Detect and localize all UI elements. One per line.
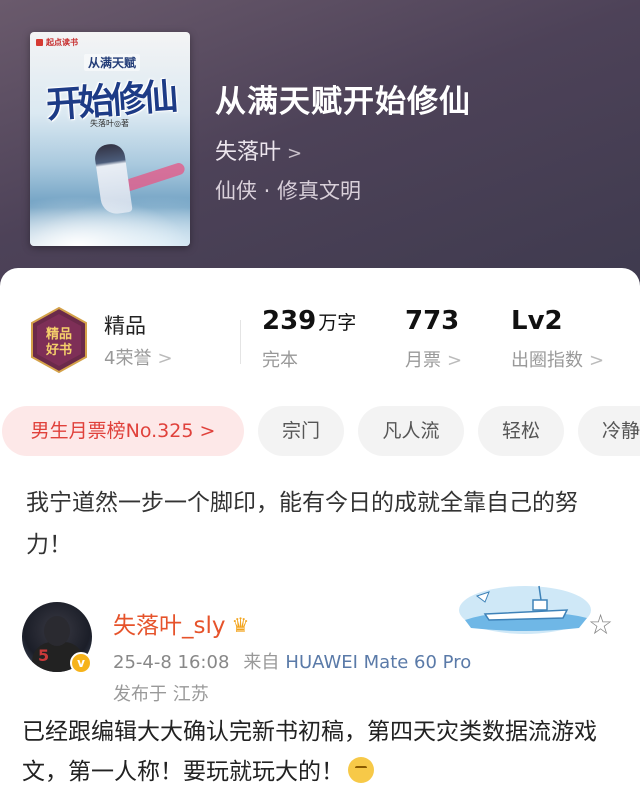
monthly-tickets-link[interactable]: 月票 >: [405, 346, 462, 372]
post-body: 已经跟编辑大大确认完新书初稿，第四天灾类数据流游戏文，第一人称！要玩就玩大的！: [22, 712, 622, 792]
tag-row: 男生月票榜No.325 > 宗门 凡人流 轻松 冷静: [0, 406, 640, 458]
cover-publisher-logo: 起点读书: [36, 37, 78, 48]
cover-mist-art: [30, 196, 190, 246]
post-username-link[interactable]: 失落叶_sly ♛: [113, 606, 249, 640]
book-author-name: 失落叶: [215, 140, 282, 165]
stats-divider: [240, 320, 241, 364]
verified-badge-icon: v: [70, 652, 92, 674]
level-link[interactable]: 出圈指数 >: [511, 346, 604, 372]
star-icon[interactable]: ☆: [588, 608, 613, 641]
level-label: 出圈指数: [511, 350, 583, 371]
honors-count: 4荣誉: [104, 348, 152, 369]
monthly-tickets-value: 773: [405, 306, 460, 336]
book-status: 完本: [262, 350, 298, 371]
chevron-right-icon: >: [589, 350, 605, 371]
tag-rank[interactable]: 男生月票榜No.325 >: [2, 406, 244, 456]
word-count-unit: 万字: [318, 312, 357, 334]
post-source-prefix: 来自: [243, 652, 280, 673]
book-intro: 我宁道然一步一个脚印，能有今日的成就全靠自己的努力！: [26, 490, 578, 558]
post-username: 失落叶_sly: [113, 613, 226, 639]
stats-row: 精品 好书 精品 4荣誉 > 239 万字 完本 773 月票 > Lv2 出圈指数 >: [0, 268, 640, 388]
tag-item[interactable]: 宗门: [258, 406, 344, 456]
chevron-right-icon: >: [287, 143, 303, 164]
post-device[interactable]: HUAWEI Mate 60 Pro: [285, 652, 471, 673]
crown-icon: ♛: [231, 613, 250, 637]
word-count-value: 239 万字: [262, 306, 356, 336]
post-location: 发布于 江苏: [113, 684, 209, 705]
book-cover[interactable]: 起点读书 从满天赋 开始修仙 失落叶◎著: [30, 32, 190, 246]
monthly-tickets-label: 月票: [405, 350, 441, 371]
chevron-right-icon: >: [447, 350, 463, 371]
level-value: Lv2: [511, 306, 563, 336]
thinking-emoji-icon: [348, 757, 374, 783]
quality-badge-icon: 精品 好书: [31, 306, 87, 374]
book-header: 起点读书 从满天赋 开始修仙 失落叶◎著 从满天赋开始修仙 失落叶 > 仙侠 · …: [0, 0, 640, 300]
avatar-face-art: [44, 616, 70, 646]
honors-link[interactable]: 4荣誉 >: [104, 344, 173, 370]
badge-text-top: 精品: [46, 326, 72, 342]
tag-item[interactable]: 轻松: [478, 406, 564, 456]
quality-label: 精品: [104, 314, 146, 338]
chevron-right-icon: >: [157, 348, 173, 369]
book-info-card: 精品 好书 精品 4荣誉 > 239 万字 完本 773 月票 > Lv2 出圈指数 >…: [0, 268, 640, 811]
tag-item[interactable]: 凡人流: [358, 406, 464, 456]
word-count-number: 239: [262, 306, 317, 336]
tag-item[interactable]: 冷静: [578, 406, 640, 456]
cover-author: 失落叶◎著: [90, 119, 129, 128]
badge-text-bottom: 好书: [45, 342, 72, 358]
post-meta: 25-4-8 16:08 来自 HUAWEI Mate 60 Pro: [113, 648, 471, 674]
cover-subtitle: 从满天赋: [84, 54, 141, 71]
ship-card-decoration-icon: [459, 585, 591, 634]
avatar-number: 5: [38, 646, 50, 665]
book-title: 从满天赋开始修仙: [215, 84, 471, 120]
book-genre[interactable]: 仙侠 · 修真文明: [215, 175, 361, 205]
post-body-text: 已经跟编辑大大确认完新书初稿，第四天灾类数据流游戏文，第一人称！要玩就玩大的！: [22, 719, 597, 785]
post-date: 25-4-8 16:08: [113, 652, 230, 673]
book-author-link[interactable]: 失落叶 >: [215, 134, 302, 166]
